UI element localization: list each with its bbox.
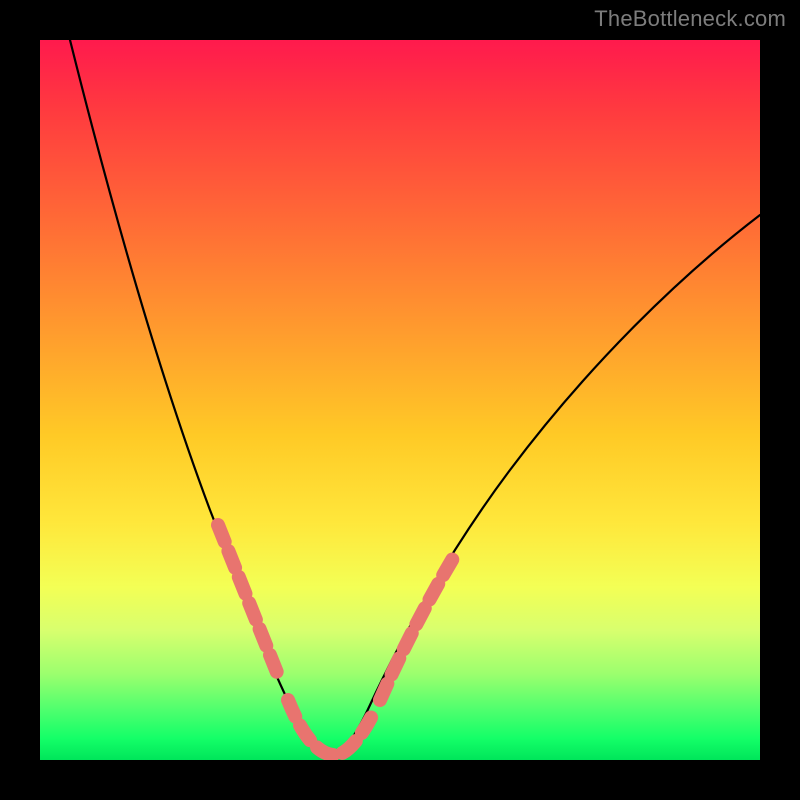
- bottleneck-curve: [70, 40, 760, 755]
- attribution-label: TheBottleneck.com: [594, 6, 786, 32]
- plot-area: [40, 40, 760, 760]
- highlight-right-dash: [380, 555, 455, 700]
- chart-container: TheBottleneck.com: [0, 0, 800, 800]
- highlight-left-dash: [218, 525, 278, 675]
- chart-svg: [40, 40, 760, 760]
- highlight-floor-dash: [288, 700, 375, 755]
